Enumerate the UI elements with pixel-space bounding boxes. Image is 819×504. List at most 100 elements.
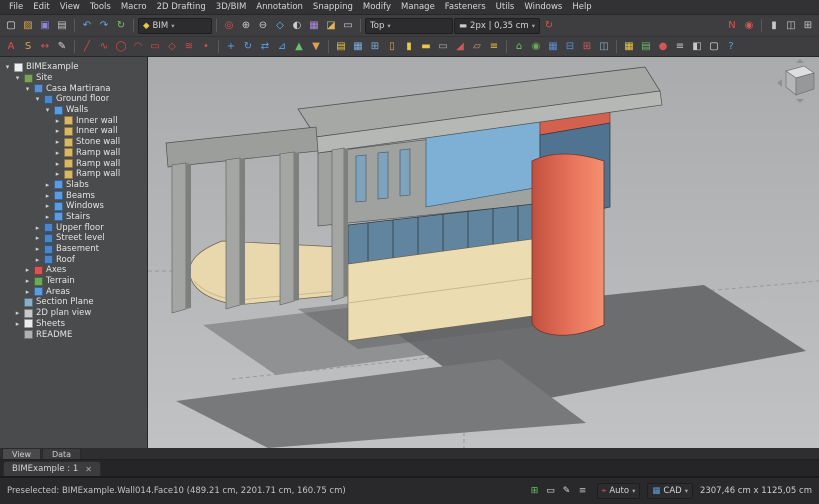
- chevron-right-icon[interactable]: ▸: [24, 266, 31, 274]
- annotate-icon[interactable]: ✎: [560, 484, 574, 498]
- texture-view-icon[interactable]: ▦: [306, 18, 322, 33]
- open-file-icon[interactable]: ▨: [20, 18, 36, 33]
- tree-item-ramp-wall[interactable]: ▸Ramp wall: [0, 169, 147, 180]
- chevron-right-icon[interactable]: ▸: [34, 234, 41, 242]
- toggle-grid-icon[interactable]: ⊞: [528, 484, 542, 498]
- sheet-icon[interactable]: ▢: [706, 39, 722, 54]
- arc-icon[interactable]: ◠: [130, 39, 146, 54]
- tree-item-basement[interactable]: ▸Basement: [0, 244, 147, 255]
- dimension-icon[interactable]: ↔: [37, 39, 53, 54]
- schedule-icon[interactable]: ▦: [621, 39, 637, 54]
- chevron-down-icon[interactable]: ▾: [14, 74, 21, 82]
- section-view-icon[interactable]: ◪: [323, 18, 339, 33]
- rotate-view-icon[interactable]: ↻: [541, 18, 557, 33]
- chevron-right-icon[interactable]: ▸: [54, 127, 61, 135]
- tree-item-stone-wall[interactable]: ▸Stone wall: [0, 137, 147, 148]
- grid-axes-icon[interactable]: ⊞: [579, 39, 595, 54]
- line-icon[interactable]: ╱: [79, 39, 95, 54]
- rotate-icon[interactable]: ↻: [240, 39, 256, 54]
- zoom-out-icon[interactable]: ⊖: [255, 18, 271, 33]
- nav-style-selector[interactable]: ▦ CAD ▾: [647, 483, 693, 499]
- slab-icon[interactable]: ▭: [435, 39, 451, 54]
- tree-item-site[interactable]: ▾Site: [0, 73, 147, 84]
- rectangle-icon[interactable]: ▭: [147, 39, 163, 54]
- menu-2d-drafting[interactable]: 2D Drafting: [152, 1, 211, 13]
- chevron-right-icon[interactable]: ▸: [34, 245, 41, 253]
- undo-icon[interactable]: ↶: [79, 18, 95, 33]
- redo-icon[interactable]: ↷: [96, 18, 112, 33]
- tiling-icon[interactable]: ◫: [783, 18, 799, 33]
- chevron-down-icon[interactable]: ▾: [4, 63, 11, 71]
- zoom-in-icon[interactable]: ⊕: [238, 18, 254, 33]
- document-tab[interactable]: BIMExample : 1 ✕: [3, 461, 101, 476]
- tree-item-ramp-wall[interactable]: ▸Ramp wall: [0, 158, 147, 169]
- site-icon[interactable]: ◉: [528, 39, 544, 54]
- menu-fasteners[interactable]: Fasteners: [440, 1, 491, 13]
- tree-item-beams[interactable]: ▸Beams: [0, 190, 147, 201]
- chevron-right-icon[interactable]: ▸: [54, 160, 61, 168]
- tree-item-slabs[interactable]: ▸Slabs: [0, 180, 147, 191]
- tree-item-roof[interactable]: ▸Roof: [0, 254, 147, 265]
- stairs-icon[interactable]: ≡: [486, 39, 502, 54]
- tree-item-ramp-wall[interactable]: ▸Ramp wall: [0, 148, 147, 159]
- trimex-icon[interactable]: ⊿: [274, 39, 290, 54]
- tree-item-street-level[interactable]: ▸Street level: [0, 233, 147, 244]
- tree-item-windows[interactable]: ▸Windows: [0, 201, 147, 212]
- roof-icon[interactable]: ◢: [452, 39, 468, 54]
- menu-windows[interactable]: Windows: [519, 1, 567, 13]
- tree-item-bimexample[interactable]: ▾BIMExample: [0, 62, 147, 73]
- building-icon[interactable]: ▦: [545, 39, 561, 54]
- tree-item-axes[interactable]: ▸Axes: [0, 265, 147, 276]
- menu-tools[interactable]: Tools: [85, 1, 116, 13]
- tree-item-inner-wall[interactable]: ▸Inner wall: [0, 115, 147, 126]
- iso-view-icon[interactable]: ◇: [272, 18, 288, 33]
- save-icon[interactable]: ▣: [37, 18, 53, 33]
- wall-icon[interactable]: ▤: [333, 39, 349, 54]
- workbench-selector[interactable]: ◆BIM▾: [138, 18, 212, 34]
- box-zoom-icon[interactable]: ▭: [340, 18, 356, 33]
- new-file-icon[interactable]: ▢: [3, 18, 19, 33]
- fit-all-icon[interactable]: ◎: [221, 18, 237, 33]
- downgrade-icon[interactable]: ▼: [308, 39, 324, 54]
- panel-icon[interactable]: ▱: [469, 39, 485, 54]
- shapestring-icon[interactable]: S: [20, 39, 36, 54]
- chevron-right-icon[interactable]: ▸: [44, 202, 51, 210]
- project-icon[interactable]: ⌂: [511, 39, 527, 54]
- tree-item-casa-martirana[interactable]: ▾Casa Martirana: [0, 83, 147, 94]
- chevron-down-icon[interactable]: ▾: [34, 95, 41, 103]
- menu-macro[interactable]: Macro: [116, 1, 152, 13]
- menu-modify[interactable]: Modify: [358, 1, 396, 13]
- chevron-right-icon[interactable]: ▸: [54, 117, 61, 125]
- tree-item-upper-floor[interactable]: ▸Upper floor: [0, 222, 147, 233]
- chevron-right-icon[interactable]: ▸: [44, 192, 51, 200]
- layers-icon[interactable]: ≡: [672, 39, 688, 54]
- panel-tab-data[interactable]: Data: [42, 448, 81, 459]
- close-icon[interactable]: ✕: [85, 465, 92, 474]
- tree-item-section-plane[interactable]: Section Plane: [0, 297, 147, 308]
- point-icon[interactable]: •: [198, 39, 214, 54]
- tree-item-sheets[interactable]: ▸Sheets: [0, 319, 147, 330]
- curved-cream-wall[interactable]: [190, 241, 340, 305]
- navigation-cube[interactable]: [786, 66, 814, 95]
- chevron-down-icon[interactable]: ▾: [24, 85, 31, 93]
- refresh-icon[interactable]: ↻: [113, 18, 129, 33]
- tree-item-areas[interactable]: ▸Areas: [0, 286, 147, 297]
- 3d-scene[interactable]: [148, 57, 819, 448]
- chevron-right-icon[interactable]: ▸: [54, 170, 61, 178]
- menu-file[interactable]: File: [4, 1, 28, 13]
- chevron-right-icon[interactable]: ▸: [54, 149, 61, 157]
- menu-3d-bim[interactable]: 3D/BIM: [211, 1, 252, 13]
- tree-item-inner-wall[interactable]: ▸Inner wall: [0, 126, 147, 137]
- menu-help[interactable]: Help: [567, 1, 596, 13]
- menu-snapping[interactable]: Snapping: [308, 1, 358, 13]
- menu-annotation[interactable]: Annotation: [251, 1, 308, 13]
- offset-icon[interactable]: ⇄: [257, 39, 273, 54]
- tree-item-terrain[interactable]: ▸Terrain: [0, 276, 147, 287]
- menu-manage[interactable]: Manage: [396, 1, 440, 13]
- red-curved-wall[interactable]: [532, 154, 604, 335]
- layers-icon[interactable]: ≡: [576, 484, 590, 498]
- level-icon[interactable]: ⊟: [562, 39, 578, 54]
- panel-tab-view[interactable]: View: [2, 448, 41, 459]
- grid-snap-icon[interactable]: ⊞: [800, 18, 816, 33]
- chevron-right-icon[interactable]: ▸: [44, 213, 51, 221]
